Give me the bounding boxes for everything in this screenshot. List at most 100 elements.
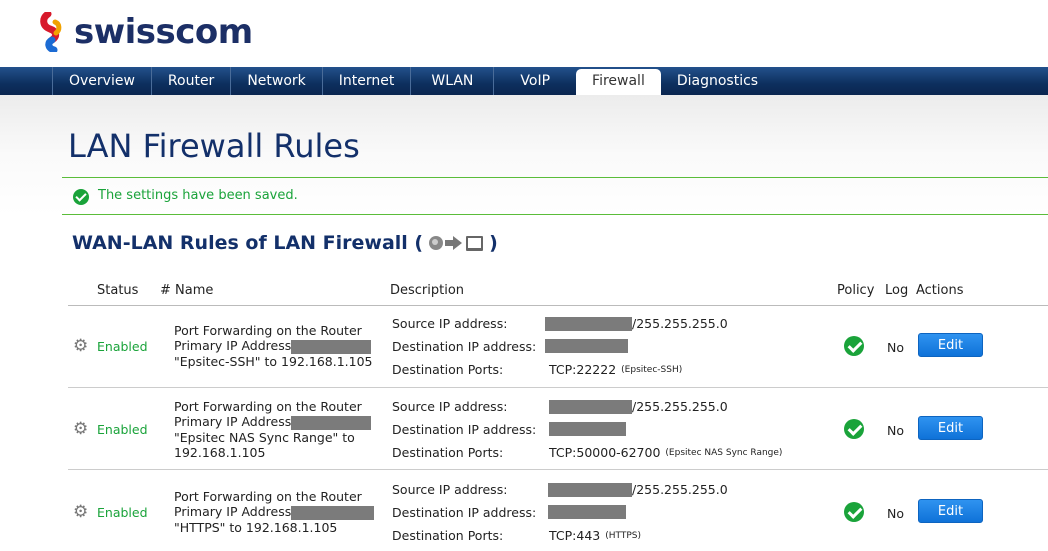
- ports: TCP:443: [549, 528, 601, 543]
- rule-name: Port Forwarding on the Router Primary IP…: [174, 323, 373, 369]
- nav-wlan[interactable]: WLAN: [410, 67, 493, 95]
- source-ip-value: /255.255.255.0: [545, 316, 728, 331]
- redacted-ip: [545, 316, 632, 331]
- table-row: ⚙ Enabled Port Forwarding on the Router …: [68, 470, 1048, 551]
- ports-label: Destination Ports:: [392, 528, 504, 543]
- redacted-ip: [291, 339, 372, 354]
- rule-name-line: Primary IP Address: [174, 504, 292, 519]
- ports: TCP:50000-62700: [549, 445, 661, 460]
- firewall-rules-table: Status # Name Description Policy Log Act…: [68, 281, 1048, 551]
- swisscom-logo-icon: [38, 10, 68, 54]
- destination-ip-label: Destination IP address:: [392, 422, 537, 437]
- computer-icon: [466, 235, 484, 251]
- ports-note: (HTTPS): [605, 530, 642, 541]
- destination-ip-label: Destination IP address:: [392, 505, 537, 520]
- ports-label: Destination Ports:: [392, 362, 504, 377]
- rule-name-line: "Epsitec NAS Sync Range" to: [174, 429, 355, 445]
- arrow-right-icon: [445, 236, 463, 250]
- gear-icon[interactable]: ⚙: [73, 338, 89, 355]
- globe-icon: [429, 236, 444, 250]
- log-value: No: [887, 423, 904, 438]
- ports-value: TCP:22222 (Epsitec-SSH): [549, 362, 682, 377]
- redacted-ip: [291, 505, 375, 520]
- table-header: Status # Name Description Policy Log Act…: [68, 281, 1048, 306]
- edit-button[interactable]: Edit: [918, 333, 983, 357]
- header-actions: Actions: [916, 283, 964, 298]
- redacted-ip: [545, 339, 628, 353]
- policy-allow-icon: [844, 502, 864, 522]
- source-mask: /255.255.255.0: [632, 399, 728, 414]
- rule-name-line: Primary IP Address: [174, 414, 292, 429]
- log-value: No: [887, 506, 904, 521]
- swisscom-logo[interactable]: swisscom: [38, 10, 253, 54]
- log-value: No: [887, 340, 904, 355]
- ports-note: (Epsitec NAS Sync Range): [665, 447, 783, 458]
- policy-allow-icon: [844, 419, 864, 439]
- wan-to-lan-flow: [429, 235, 484, 251]
- source-ip-label: Source IP address:: [392, 399, 508, 414]
- main-content: LAN Firewall Rules The settings have bee…: [0, 95, 1048, 548]
- nav-firewall[interactable]: Firewall: [576, 69, 661, 95]
- nav-network[interactable]: Network: [230, 67, 321, 95]
- rule-name-line: Port Forwarding on the Router: [174, 489, 362, 504]
- edit-button[interactable]: Edit: [918, 416, 983, 440]
- section-title: WAN-LAN Rules of LAN Firewall ( ): [72, 232, 498, 254]
- policy-allow-icon: [844, 336, 864, 356]
- source-mask: /255.255.255.0: [632, 482, 728, 497]
- rule-name-line: "Epsitec-SSH" to 192.168.1.105: [174, 353, 373, 369]
- gear-icon[interactable]: ⚙: [73, 421, 89, 438]
- ports-value: TCP:443 (HTTPS): [549, 528, 641, 543]
- rule-name-line: Port Forwarding on the Router: [174, 399, 362, 414]
- ports-value: TCP:50000-62700 (Epsitec NAS Sync Range): [549, 445, 782, 460]
- section-title-text: WAN-LAN Rules of LAN Firewall (: [72, 232, 424, 254]
- brand-name: swisscom: [74, 12, 253, 52]
- header-description[interactable]: Description: [390, 283, 464, 298]
- nav-voip[interactable]: VoIP: [493, 67, 576, 95]
- rule-name-line: Primary IP Address: [174, 338, 292, 353]
- main-navigation: Overview Router Network Internet WLAN Vo…: [0, 67, 1048, 95]
- header-name[interactable]: # Name: [160, 283, 213, 298]
- redacted-ip: [549, 399, 632, 414]
- edit-button[interactable]: Edit: [918, 499, 983, 523]
- source-ip-label: Source IP address:: [392, 316, 508, 331]
- table-row: ⚙ Enabled Port Forwarding on the Router …: [68, 388, 1048, 470]
- ports-label: Destination Ports:: [392, 445, 504, 460]
- nav-overview[interactable]: Overview: [52, 67, 151, 95]
- source-ip-label: Source IP address:: [392, 482, 508, 497]
- redacted-ip: [291, 415, 372, 430]
- rule-name-line: "HTTPS" to 192.168.1.105: [174, 519, 338, 535]
- header-status[interactable]: Status: [97, 283, 138, 298]
- destination-ip-label: Destination IP address:: [392, 339, 537, 354]
- source-mask: /255.255.255.0: [632, 316, 728, 331]
- ports: TCP:22222: [549, 362, 617, 377]
- nav-router[interactable]: Router: [150, 67, 230, 95]
- source-ip-value: /255.255.255.0: [548, 482, 728, 497]
- redacted-ip: [548, 482, 632, 497]
- destination-ip-value: [548, 505, 626, 519]
- status-enabled: Enabled: [97, 422, 148, 437]
- rule-name: Port Forwarding on the Router Primary IP…: [174, 489, 375, 535]
- rule-name: Port Forwarding on the Router Primary IP…: [174, 399, 372, 460]
- ports-note: (Epsitec-SSH): [621, 364, 683, 375]
- redacted-ip: [549, 422, 626, 436]
- destination-ip-value: [549, 422, 626, 436]
- source-ip-value: /255.255.255.0: [549, 399, 728, 414]
- header-policy[interactable]: Policy: [837, 283, 874, 298]
- status-enabled: Enabled: [97, 339, 148, 354]
- rule-name-line: Port Forwarding on the Router: [174, 323, 362, 338]
- success-check-icon: [73, 189, 89, 205]
- header-log[interactable]: Log: [885, 283, 908, 298]
- table-row: ⚙ Enabled Port Forwarding on the Router …: [68, 306, 1048, 388]
- destination-ip-value: [545, 339, 628, 353]
- success-notice: The settings have been saved.: [62, 177, 1048, 215]
- nav-internet[interactable]: Internet: [321, 67, 411, 95]
- header: swisscom: [0, 0, 1048, 66]
- notice-text: The settings have been saved.: [98, 188, 298, 203]
- redacted-ip: [548, 505, 626, 519]
- gear-icon[interactable]: ⚙: [73, 504, 89, 521]
- rule-name-line: 192.168.1.105: [174, 444, 266, 460]
- status-enabled: Enabled: [97, 505, 148, 520]
- nav-diagnostics[interactable]: Diagnostics: [661, 67, 774, 95]
- page-title: LAN Firewall Rules: [68, 127, 360, 165]
- section-title-close: ): [489, 232, 498, 254]
